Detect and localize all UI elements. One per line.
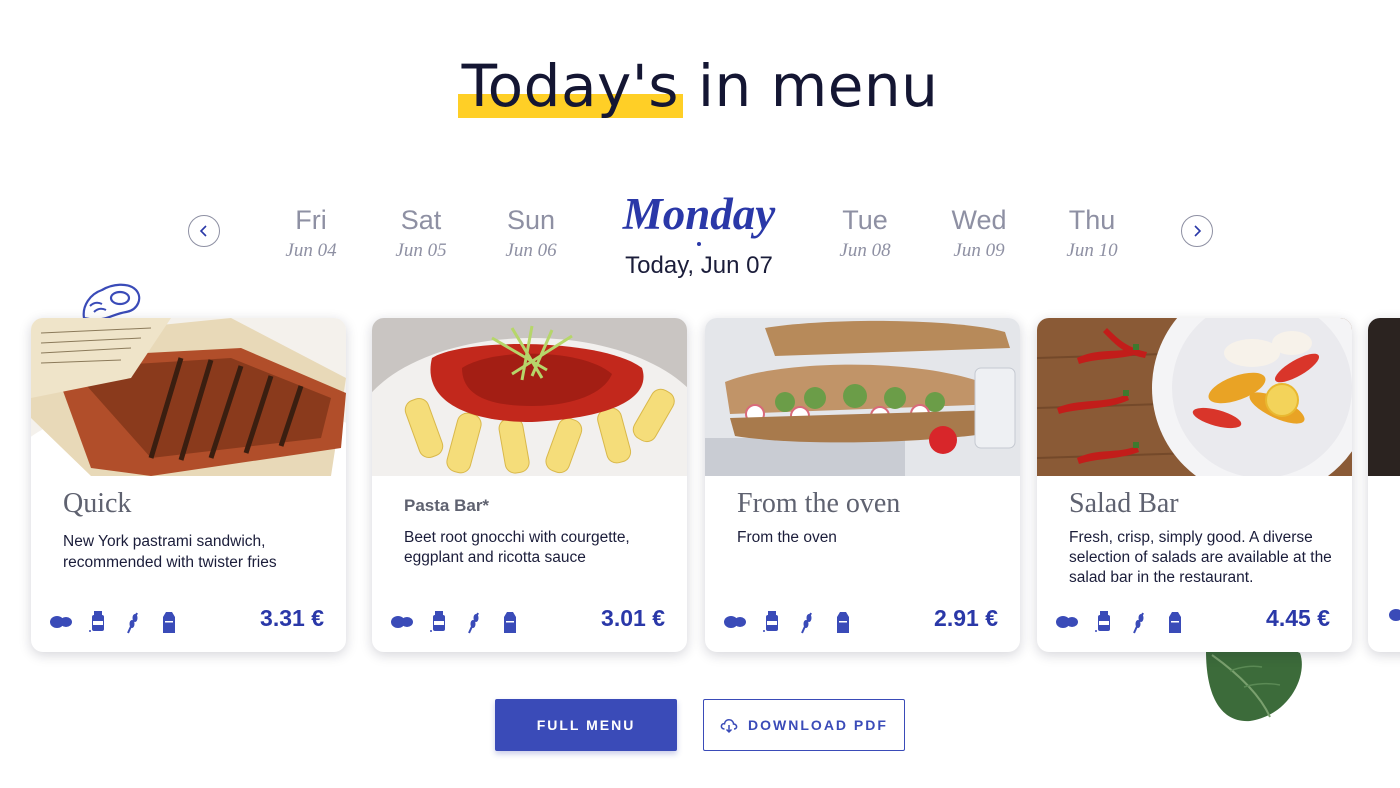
allergen-icons [49,610,181,634]
card-price: 4.45 € [1266,605,1330,631]
menu-card-quick[interactable]: Quick New York pastrami sandwich, recomm… [31,318,346,652]
download-pdf-label: DOWNLOAD PDF [748,717,888,733]
mustard-icon [1091,610,1115,634]
bread-icon [390,610,414,634]
card-price: 3.31 € [260,605,324,631]
day-name: Sat [400,205,442,235]
card-image [705,318,1020,476]
card-description: Fresh, crisp, simply good. A diverse sel… [1069,529,1332,586]
mustard-icon [85,610,109,634]
bread-icon [723,610,747,634]
day-name: Fri [295,205,327,235]
next-day-button[interactable] [1181,215,1213,247]
bread-icon [1388,605,1400,630]
menu-card-salad-bar[interactable]: Salad Bar Fresh, crisp, simply good. A d… [1037,318,1352,652]
allergen-icons [1055,610,1187,634]
day-tab-tue[interactable]: Tue Jun 08 [810,205,920,262]
card-image [31,318,346,476]
wheat-icon [462,610,486,634]
page-header: Today's in menu [0,52,1400,120]
card-image [1368,318,1400,476]
title-highlight: Today's [457,52,684,120]
day-tab-thu[interactable]: Thu Jun 10 [1037,205,1147,262]
bread-icon [49,610,73,634]
mustard-icon [426,610,450,634]
full-menu-button[interactable]: FULL MENU [495,699,677,751]
day-tab-sat[interactable]: Sat Jun 05 [366,205,476,262]
page-title: Today's in menu [457,52,939,120]
menu-card-next-partial[interactable] [1368,318,1400,652]
card-image [372,318,687,476]
card-title: Salad Bar [1069,488,1179,519]
card-title: Pasta Bar* [404,496,490,515]
spinach-leaf-decoration-icon [1206,646,1302,722]
bread-icon [1055,610,1079,634]
day-name: Sun [506,205,556,235]
card-title: From the oven [737,488,901,519]
wheat-icon [121,610,145,634]
card-price: 2.91 € [934,605,998,631]
allergen-icons [723,610,855,634]
milk-carton-icon [1163,610,1187,634]
day-date: Today, Jun 07 [625,252,773,279]
active-day-indicator [697,242,701,246]
day-date: Jun 10 [1066,240,1118,261]
day-name: Tue [842,205,888,235]
day-name: Monday [622,189,776,239]
milk-carton-icon [498,610,522,634]
card-description: Beet root gnocchi with courgette, eggpla… [404,529,630,566]
chevron-left-icon [199,225,207,237]
card-price: 3.01 € [601,605,665,631]
milk-carton-icon [157,610,181,634]
previous-day-button[interactable] [188,215,220,247]
card-description: New York pastrami sandwich, recommended … [63,533,277,571]
card-image [1037,318,1352,476]
day-date: Jun 06 [505,240,557,261]
day-date: Jun 08 [839,240,891,261]
wheat-icon [795,610,819,634]
chevron-right-icon [1194,225,1202,237]
allergen-icons [390,610,522,634]
day-tab-wed[interactable]: Wed Jun 09 [924,205,1034,262]
day-name: Wed [951,205,1007,235]
fried-egg-illustration-icon [82,283,141,322]
milk-carton-icon [831,610,855,634]
day-tab-monday-active[interactable]: Monday Today, Jun 07 [599,188,799,280]
day-tab-sun[interactable]: Sun Jun 06 [476,205,586,262]
day-date: Jun 05 [395,240,447,261]
download-pdf-button[interactable]: DOWNLOAD PDF [703,699,905,751]
day-tab-fri[interactable]: Fri Jun 04 [256,205,366,262]
card-description: From the oven [737,529,837,546]
cloud-download-icon [720,719,738,734]
mustard-icon [759,610,783,634]
day-date: Jun 04 [285,240,337,261]
wheat-icon [1127,610,1151,634]
menu-card-from-the-oven[interactable]: From the oven From the oven 2.91 € [705,318,1020,652]
menu-card-pasta-bar[interactable]: Pasta Bar* Beet root gnocchi with courge… [372,318,687,652]
day-name: Thu [1068,205,1116,235]
card-title: Quick [63,488,132,519]
full-menu-label: FULL MENU [536,717,636,733]
day-date: Jun 09 [953,240,1005,261]
